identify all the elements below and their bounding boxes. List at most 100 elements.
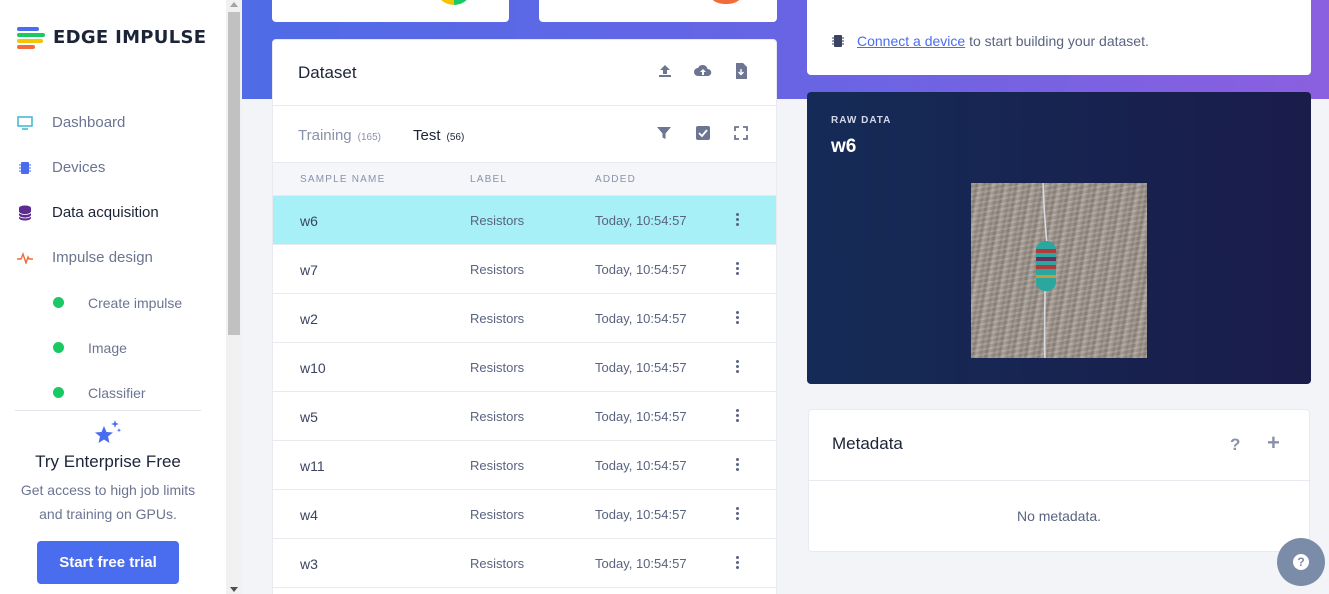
raw-data-card: RAW DATA w6 <box>807 92 1311 384</box>
sidebar-item-label: Devices <box>52 159 106 176</box>
status-dot-icon <box>53 387 64 398</box>
sample-image <box>971 183 1147 358</box>
sample-added: Today, 10:54:57 <box>595 311 687 326</box>
upload-icon[interactable] <box>656 62 674 80</box>
chip-icon <box>16 159 34 177</box>
summary-card <box>272 0 509 22</box>
sidebar-item-data-acquisition[interactable]: Data acquisition <box>0 190 226 235</box>
sample-added: Today, 10:54:57 <box>595 360 687 375</box>
sample-label: Resistors <box>470 311 525 326</box>
expand-icon[interactable] <box>733 125 751 143</box>
dataset-header: Dataset <box>273 40 776 106</box>
status-dot-icon <box>53 297 64 308</box>
help-chat-button[interactable]: ? <box>1277 538 1325 586</box>
tab-count: (165) <box>357 132 381 143</box>
sidebar-nav: Dashboard Devices Data acquisition Impul… <box>0 100 226 415</box>
sample-added: Today, 10:54:57 <box>595 556 687 571</box>
row-menu-icon[interactable] <box>734 262 740 278</box>
scroll-down-icon[interactable] <box>230 587 238 592</box>
brand-name: EDGE IMPULSE <box>53 26 207 48</box>
column-header-added[interactable]: ADDED <box>595 174 636 185</box>
promo-text-line: and training on GPUs. <box>39 506 177 522</box>
table-row[interactable]: w3 Resistors Today, 10:54:57 <box>273 539 776 588</box>
chip-icon <box>831 34 845 48</box>
sample-name: w3 <box>300 556 318 572</box>
sample-label: Resistors <box>470 507 525 522</box>
raw-data-label: RAW DATA <box>831 115 892 126</box>
row-menu-icon[interactable] <box>734 556 740 572</box>
promo-text: Get access to high job limits and traini… <box>0 478 216 526</box>
row-menu-icon[interactable] <box>734 213 740 229</box>
sidebar-item-label: Data acquisition <box>52 204 159 221</box>
connect-device-link[interactable]: Connect a device <box>857 33 965 49</box>
row-menu-icon[interactable] <box>734 360 740 376</box>
sample-name: w6 <box>300 213 318 229</box>
tab-training[interactable]: Training (165) <box>298 127 381 144</box>
logo[interactable]: EDGE IMPULSE <box>17 26 207 49</box>
sidebar-item-devices[interactable]: Devices <box>0 145 226 190</box>
column-header-sample-name[interactable]: SAMPLE NAME <box>300 174 385 185</box>
sample-added: Today, 10:54:57 <box>595 507 687 522</box>
table-row[interactable]: w2 Resistors Today, 10:54:57 <box>273 294 776 343</box>
row-menu-icon[interactable] <box>734 458 740 474</box>
filter-icon[interactable] <box>656 125 674 143</box>
dataset-panel: Dataset Training (165) Test (56) SAMPLE NA… <box>272 39 777 594</box>
row-menu-icon[interactable] <box>734 507 740 523</box>
sample-name: w4 <box>300 507 318 523</box>
sidebar-item-impulse-design[interactable]: Impulse design <box>0 235 226 280</box>
connect-device-card: Connect a device to start building your … <box>807 0 1311 75</box>
export-icon[interactable] <box>733 62 751 80</box>
metadata-title: Metadata <box>832 434 903 453</box>
tab-label: Training <box>298 127 352 144</box>
table-row[interactable]: w10 Resistors Today, 10:54:57 <box>273 343 776 392</box>
sample-name: w2 <box>300 311 318 327</box>
sparkle-star-icon <box>93 418 123 448</box>
sidebar-subitem-create-impulse[interactable]: Create impulse <box>0 280 226 325</box>
sidebar-item-label: Dashboard <box>52 114 126 131</box>
dataset-tabs: Training (165) Test (56) <box>273 106 776 163</box>
scroll-up-icon[interactable] <box>230 2 238 7</box>
sidebar-subitem-classifier[interactable]: Classifier <box>0 370 226 415</box>
start-free-trial-button[interactable]: Start free trial <box>37 541 179 584</box>
sidebar-scrollbar[interactable] <box>226 0 242 594</box>
divider <box>809 480 1309 481</box>
scrollbar-thumb[interactable] <box>228 12 240 335</box>
sidebar-item-label: Impulse design <box>52 249 153 266</box>
sample-label: Resistors <box>470 262 525 277</box>
sample-label: Resistors <box>470 409 525 424</box>
sample-added: Today, 10:54:57 <box>595 409 687 424</box>
pulse-icon <box>16 249 34 267</box>
sample-label: Resistors <box>470 360 525 375</box>
table-row[interactable]: w7 Resistors Today, 10:54:57 <box>273 245 776 294</box>
sample-added: Today, 10:54:57 <box>595 213 687 228</box>
sample-label: Resistors <box>470 213 525 228</box>
enterprise-promo: Try Enterprise Free Get access to high j… <box>0 418 216 584</box>
sample-added: Today, 10:54:57 <box>595 262 687 277</box>
table-row[interactable]: w11 Resistors Today, 10:54:57 <box>273 441 776 490</box>
sidebar-subitem-image[interactable]: Image <box>0 325 226 370</box>
table-header: SAMPLE NAME LABEL ADDED <box>273 163 776 196</box>
logo-mark-icon <box>17 26 47 49</box>
raw-data-sample-name: w6 <box>831 136 857 157</box>
tab-test[interactable]: Test (56) <box>413 127 464 144</box>
sidebar-subitem-label: Create impulse <box>88 294 183 311</box>
row-menu-icon[interactable] <box>734 409 740 425</box>
table-row[interactable]: w4 Resistors Today, 10:54:57 <box>273 490 776 539</box>
database-icon <box>16 204 34 222</box>
add-metadata-button[interactable]: + <box>1267 430 1280 456</box>
summary-card <box>539 0 777 22</box>
sidebar-subitem-label: Image <box>88 339 127 356</box>
sample-name: w7 <box>300 262 318 278</box>
help-icon[interactable]: ? <box>1230 435 1240 455</box>
table-row[interactable]: w6 Resistors Today, 10:54:57 <box>273 196 776 245</box>
sample-name: w10 <box>300 360 326 376</box>
select-checkbox-icon[interactable] <box>695 125 713 143</box>
promo-text-line: Get access to high job limits <box>20 482 196 498</box>
table-row[interactable]: w5 Resistors Today, 10:54:57 <box>273 392 776 441</box>
sample-label: Resistors <box>470 458 525 473</box>
sample-name: w5 <box>300 409 318 425</box>
row-menu-icon[interactable] <box>734 311 740 327</box>
sidebar-item-dashboard[interactable]: Dashboard <box>0 100 226 145</box>
cloud-upload-icon[interactable] <box>693 62 712 80</box>
column-header-label[interactable]: LABEL <box>470 174 507 185</box>
